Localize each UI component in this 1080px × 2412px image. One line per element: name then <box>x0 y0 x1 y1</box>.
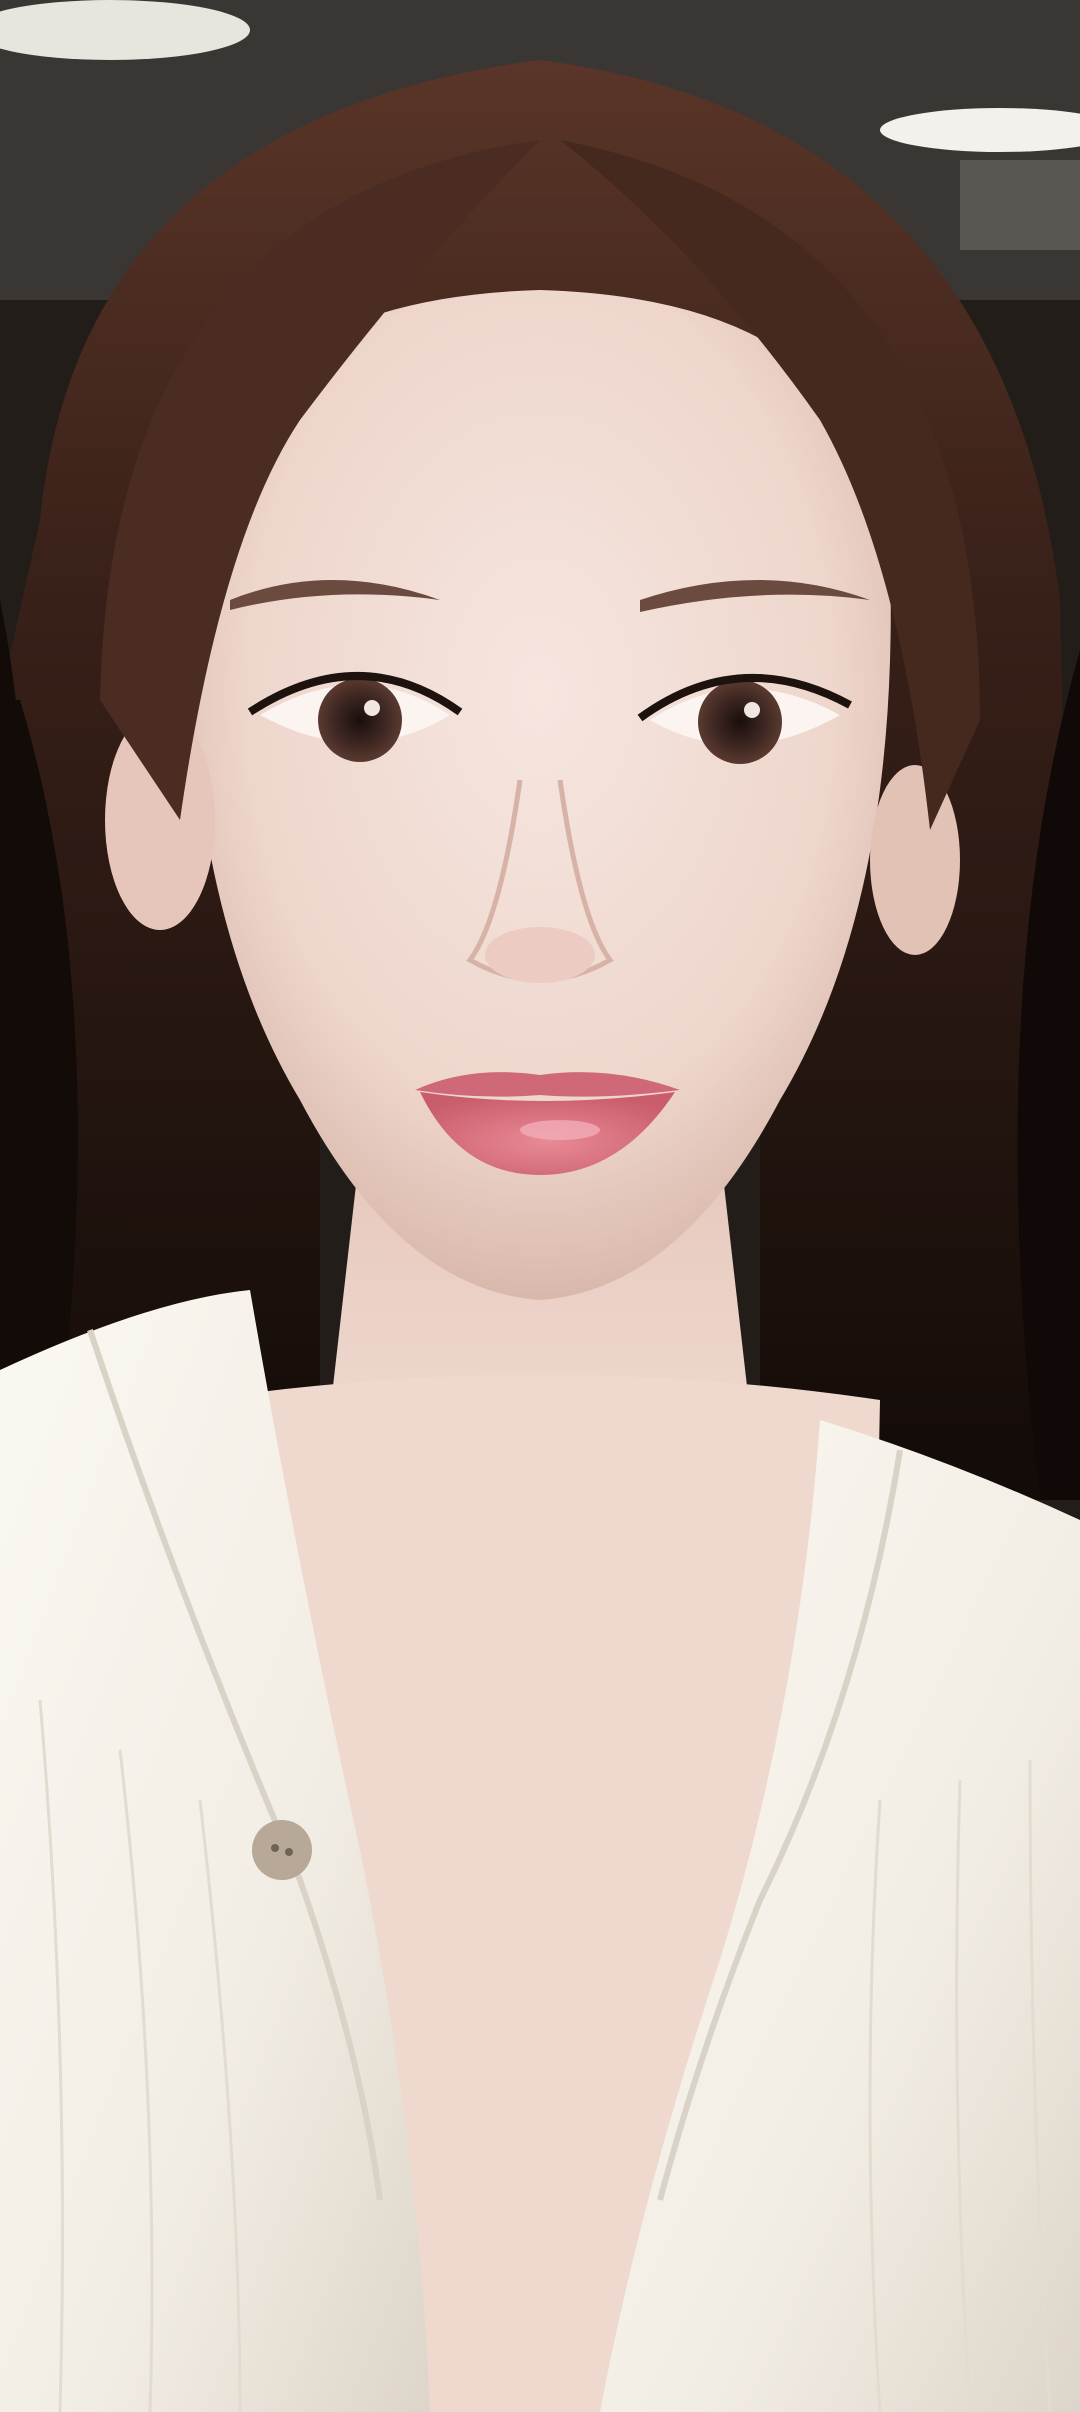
left-eye-highlight <box>364 700 380 716</box>
nose-tip <box>485 927 595 983</box>
portrait-photo <box>0 0 1080 2412</box>
right-iris <box>698 680 782 764</box>
right-eye-highlight <box>744 702 760 718</box>
lip-gloss-highlight <box>520 1120 600 1140</box>
air-vent <box>960 160 1080 250</box>
left-iris <box>318 678 402 762</box>
blouse-button <box>252 1820 312 1880</box>
photo-canvas <box>0 0 1080 2412</box>
button-hole-2 <box>285 1848 293 1856</box>
button-hole-1 <box>271 1844 279 1852</box>
